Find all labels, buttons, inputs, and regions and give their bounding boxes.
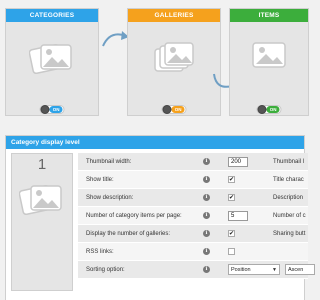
- level-indicator: 1: [11, 153, 73, 291]
- setting-row-items-per-page: Number of category items per page: i 5 N…: [78, 207, 308, 225]
- rss-links-checkbox[interactable]: [228, 248, 235, 255]
- setting-label-right: Number of c: [273, 213, 306, 219]
- info-icon[interactable]: i: [203, 212, 210, 219]
- items-toggle[interactable]: ON: [256, 105, 282, 114]
- items-per-page-input[interactable]: 5: [228, 211, 248, 221]
- setting-row-rss-links: RSS links: i: [78, 243, 308, 261]
- images-icon: [154, 42, 194, 72]
- show-title-checkbox[interactable]: ✔: [228, 176, 235, 183]
- info-icon[interactable]: i: [203, 194, 210, 201]
- settings-rows: Thumbnail width: i 200 Thumbnail l Show …: [78, 153, 315, 279]
- setting-label: Display the number of galleries:: [86, 231, 171, 237]
- level-number: 1: [37, 156, 47, 173]
- images-icon: [19, 184, 62, 216]
- toggle-state-label: ON: [266, 106, 280, 113]
- setting-label-right: Description: [273, 195, 304, 201]
- categories-card: CATEGORIES ON: [5, 8, 99, 116]
- setting-label: Show title:: [86, 177, 114, 183]
- info-icon[interactable]: i: [203, 248, 210, 255]
- select-value: Position: [231, 267, 251, 273]
- setting-label-right: Title charac: [273, 177, 304, 183]
- setting-label: Thumbnail width:: [86, 159, 132, 165]
- galleries-toggle[interactable]: ON: [161, 105, 187, 114]
- setting-row-number-of-galleries: Display the number of galleries: i ✔ Sha…: [78, 225, 308, 243]
- images-icon: [29, 43, 72, 75]
- categories-toggle[interactable]: ON: [39, 105, 65, 114]
- toggle-state-label: ON: [49, 106, 63, 113]
- info-icon[interactable]: i: [203, 266, 210, 273]
- category-display-panel: Category display level 1 Thumbnail width…: [5, 135, 315, 300]
- image-icon: [252, 42, 286, 68]
- info-icon[interactable]: i: [203, 176, 210, 183]
- galleries-card: GALLERIES ON: [127, 8, 221, 116]
- toggle-state-label: ON: [171, 106, 185, 113]
- items-card-title: ITEMS: [230, 9, 308, 22]
- thumbnail-width-input[interactable]: 200: [228, 157, 248, 167]
- toggle-knob: [162, 105, 172, 114]
- setting-row-thumbnail-width: Thumbnail width: i 200 Thumbnail l: [78, 153, 308, 171]
- chevron-down-icon: ▼: [272, 267, 277, 273]
- setting-label-right: Thumbnail l: [273, 159, 305, 165]
- toggle-knob: [257, 105, 267, 114]
- setting-row-show-description: Show description: i ✔ Description: [78, 189, 308, 207]
- setting-label: Number of category items per page:: [86, 213, 182, 219]
- select-value: Ascen: [288, 267, 304, 273]
- categories-card-title: CATEGORIES: [6, 9, 98, 22]
- info-icon[interactable]: i: [203, 158, 210, 165]
- show-description-checkbox[interactable]: ✔: [228, 194, 235, 201]
- setting-row-sorting-option: Sorting option: i Position ▼ Ascen: [78, 261, 315, 279]
- galleries-card-title: GALLERIES: [128, 9, 220, 22]
- info-icon[interactable]: i: [203, 230, 210, 237]
- toggle-knob: [40, 105, 50, 114]
- setting-label-right: Sharing butt: [273, 231, 306, 237]
- setting-label: Sorting option:: [86, 267, 125, 273]
- setting-label: RSS links:: [86, 249, 114, 255]
- items-card: ITEMS ON: [229, 8, 309, 116]
- sorting-field-select[interactable]: Position ▼: [228, 264, 280, 275]
- setting-row-show-title: Show title: i ✔ Title charac: [78, 171, 308, 189]
- setting-label: Show description:: [86, 195, 134, 201]
- panel-title: Category display level: [6, 136, 304, 149]
- number-of-galleries-checkbox[interactable]: ✔: [228, 230, 235, 237]
- sorting-direction-select[interactable]: Ascen: [285, 264, 315, 275]
